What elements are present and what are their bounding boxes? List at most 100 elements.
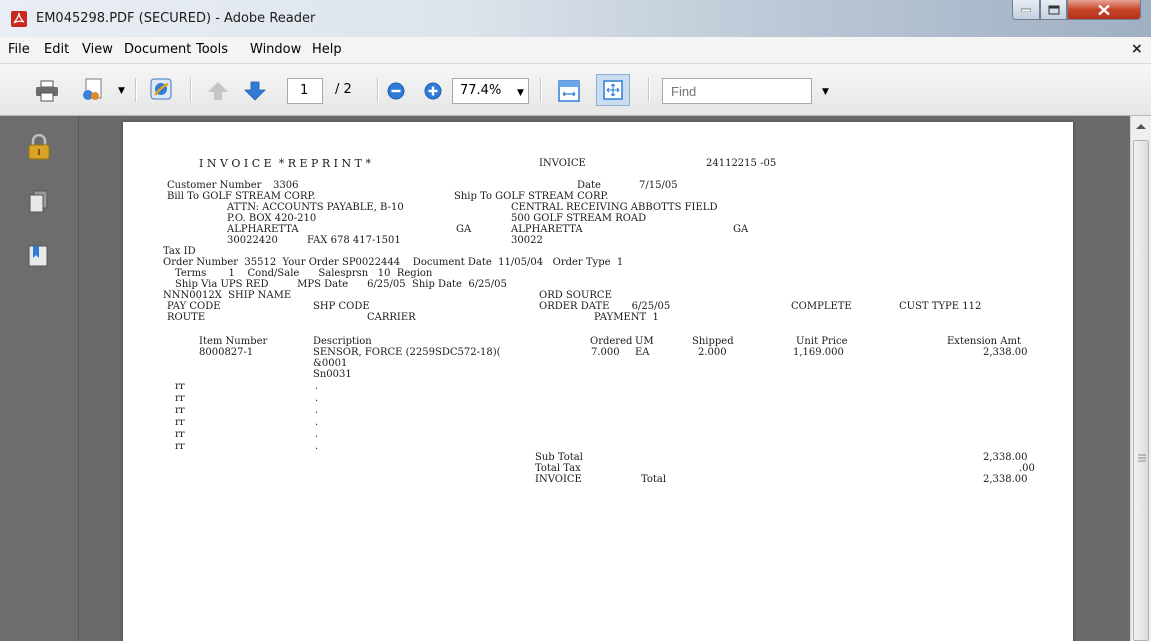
invoice-total-value: 2,338.00 [983,474,1028,485]
col-ordered: Ordered [590,336,633,347]
grip-icon [1138,454,1146,462]
maximize-button[interactable] [1040,0,1067,20]
bill-address: P.O. BOX 420-210 [227,213,317,224]
tax-id: Tax ID [163,246,196,257]
carrier: CARRIER [367,312,416,323]
menu-view[interactable]: View [82,42,113,57]
print-icon[interactable] [34,80,60,102]
col-unit-price: Unit Price [796,336,848,347]
pdf-page: I N V O I C E * R E P R I N T * INVOICE … [123,122,1073,641]
menu-window[interactable]: Window [250,42,301,57]
filler-row: rr [175,405,185,416]
menu-help[interactable]: Help [312,42,342,57]
collaborate-icon[interactable] [148,77,176,103]
adobe-reader-icon [11,11,27,27]
fit-page-icon [603,80,623,100]
item-sub-line-1: &0001 [313,358,348,369]
invoice-number: 24112215 -05 [706,158,777,169]
complete-label: COMPLETE [791,301,852,312]
route: ROUTE [167,312,206,323]
col-item-number: Item Number [199,336,268,347]
item-number: 8000827-1 [199,347,254,358]
maximize-icon [1048,5,1059,14]
col-um: UM [635,336,654,347]
vertical-scrollbar[interactable] [1130,116,1151,641]
payment: PAYMENT 1 [594,312,659,323]
item-um: EA [635,347,650,358]
customer-number: 3306 [273,180,299,191]
share-icon[interactable] [80,78,106,102]
filler-row: rr [175,393,185,404]
window-title: EM045298.PDF (SECURED) - Adobe Reader [36,11,316,26]
toolbar: ▼ 1 / 2 77.4% ▼ ▼ [0,64,1151,116]
item-description: SENSOR, FORCE (2259SDC572-18)( [313,347,501,358]
fit-width-icon[interactable] [557,79,581,103]
filler-row: rr [175,381,185,392]
bill-to: Bill To GOLF STREAM CORP. [167,191,316,202]
scroll-thumb[interactable] [1133,140,1149,641]
menu-file[interactable]: File [8,42,30,57]
bill-fax: FAX 678 417-1501 [307,235,401,246]
filler-row: rr [175,441,185,452]
ship-state: GA [733,224,749,235]
navigation-panel [0,116,79,641]
cust-type: CUST TYPE 112 [899,301,982,312]
close-icon [1098,4,1110,15]
chevron-down-icon: ▼ [517,88,524,98]
terms-line: Terms 1 Cond/Sale Salesprsn 10 Region [175,268,433,279]
ship-address: 500 GOLF STREAM ROAD [511,213,647,224]
menu-tools[interactable]: Tools [196,42,228,57]
filler-dot: . [315,393,319,404]
bill-state: GA [456,224,472,235]
zoom-select[interactable]: 77.4% ▼ [452,78,529,104]
document-viewport[interactable]: I N V O I C E * R E P R I N T * INVOICE … [79,116,1129,641]
item-unit-price: 1,169.000 [793,347,844,358]
close-document-button[interactable]: × [1131,41,1143,57]
filler-dot: . [315,405,319,416]
menu-edit[interactable]: Edit [44,42,69,57]
zoom-in-icon[interactable] [424,82,442,100]
bookmarks-icon[interactable] [27,244,51,268]
chevron-down-icon[interactable]: ▼ [118,86,125,96]
zoom-value: 77.4% [460,83,502,98]
item-sub-line-2: Sn0031 [313,369,352,380]
invoice-total-label: INVOICE [535,474,582,485]
filler-dot: . [315,381,319,392]
page-total-label: / 2 [335,82,352,97]
order-date: ORDER DATE 6/25/05 [539,301,671,312]
minimize-icon [1021,8,1031,12]
filler-row: rr [175,417,185,428]
find-input[interactable] [662,78,812,104]
menu-bar: File Edit View Document Tools Window Hel… [0,37,1151,64]
arrow-down-icon[interactable] [243,80,267,102]
lock-icon[interactable] [27,134,51,160]
filler-row: rr [175,429,185,440]
close-window-button[interactable] [1067,0,1141,20]
menu-document[interactable]: Document [124,42,191,57]
shp-code: SHP CODE [313,301,370,312]
sub-total-value: 2,338.00 [983,452,1028,463]
invoice-heading: I N V O I C E * R E P R I N T * [199,157,371,170]
ship-to: Ship To GOLF STREAM CORP. [454,191,609,202]
ord-source: ORD SOURCE [539,290,612,301]
page-number-input[interactable]: 1 [287,78,323,104]
zoom-out-icon[interactable] [387,82,405,100]
ship-name-line: NNN0012X SHIP NAME [163,290,292,301]
scroll-up-arrow-icon[interactable] [1135,122,1147,130]
arrow-up-icon[interactable] [206,80,230,102]
date-value: 7/15/05 [639,180,678,191]
order-line: Order Number 35512 Your Order SP0022444 … [163,257,624,268]
filler-dot: . [315,441,319,452]
ship-city: ALPHARETTA [511,224,583,235]
invoice-label: INVOICE [539,158,586,169]
chevron-down-icon[interactable]: ▼ [822,87,829,97]
bill-attn: ATTN: ACCOUNTS PAYABLE, B-10 [227,202,404,213]
ship-attn: CENTRAL RECEIVING ABBOTTS FIELD [511,202,718,213]
pages-icon[interactable] [27,190,51,214]
total-tax-value: .00 [1019,463,1035,474]
pay-code: PAY CODE [167,301,221,312]
customer-number-label: Customer Number [167,180,262,191]
filler-dot: . [315,417,319,428]
fit-page-button[interactable] [596,74,630,106]
minimize-button[interactable] [1012,0,1040,20]
